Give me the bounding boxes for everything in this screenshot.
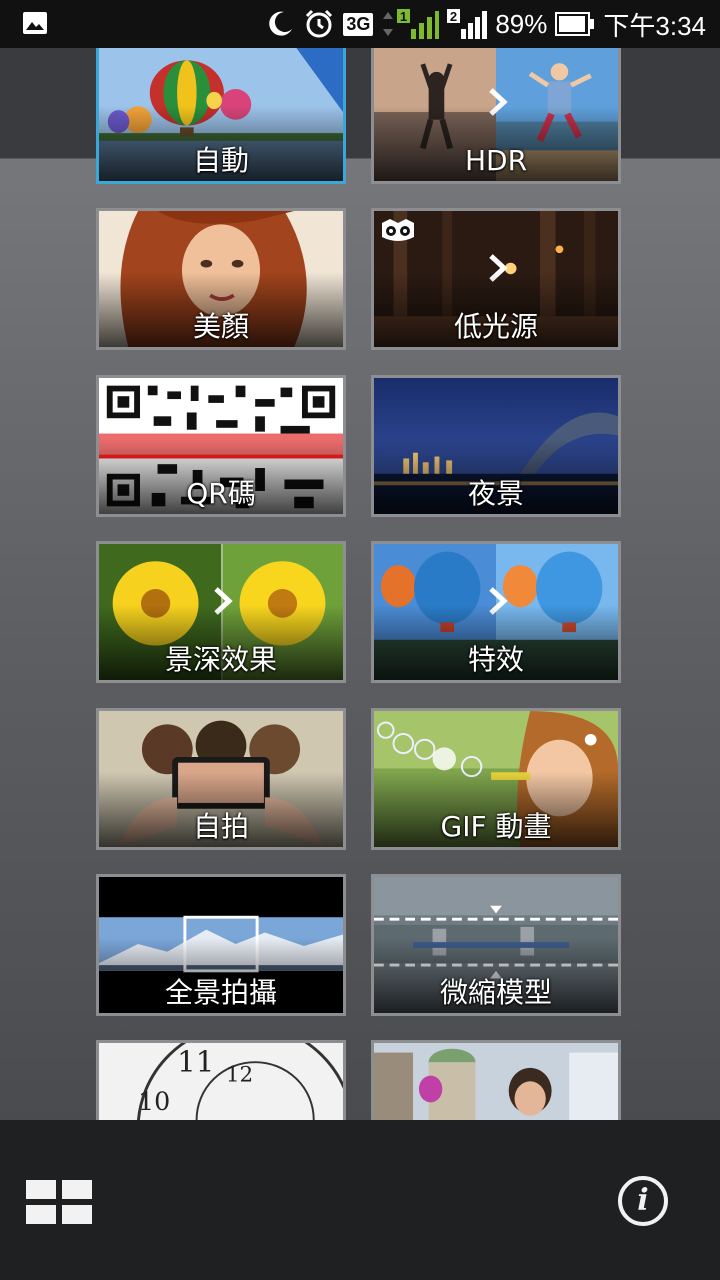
svg-text:11: 11 xyxy=(177,1045,214,1079)
sim2-number: 2 xyxy=(450,9,457,24)
mode-beautification[interactable]: 美顏 xyxy=(96,208,346,350)
mode-label: 自拍 xyxy=(192,810,249,843)
mode-selfie[interactable]: 自拍 xyxy=(96,708,346,850)
mode-effect[interactable]: 特效 xyxy=(371,541,621,683)
mode-label: 自動 xyxy=(192,144,249,177)
clock-image: 11 12 10 xyxy=(99,1043,343,1120)
mode-panorama[interactable]: 全景拍攝 xyxy=(96,874,346,1016)
mode-low-light[interactable]: 低光源 xyxy=(371,208,621,350)
signal-icon-sim2: 2 xyxy=(447,9,488,39)
mode-label: 美顏 xyxy=(192,310,249,343)
battery-percent: 89% xyxy=(495,8,548,39)
bottom-bar: i xyxy=(0,1120,720,1280)
mode-hdr[interactable]: HDR xyxy=(371,48,621,184)
status-bar: 3G 1 2 89% 下午3:34 xyxy=(0,0,720,48)
network-type: 3G xyxy=(343,12,374,36)
mode-label: 特效 xyxy=(467,643,524,676)
mode-label: 景深效果 xyxy=(164,643,277,676)
mode-label: 低光源 xyxy=(453,310,538,343)
grid-view-icon[interactable] xyxy=(26,1180,94,1226)
camera-mode-grid: 自動 HDR 美顏 低光源 QR碼 夜景 景深效果 特效 自拍 GIF 動畫 全… xyxy=(0,48,720,1120)
signal-icon: 1 xyxy=(383,9,440,39)
info-icon[interactable]: i xyxy=(618,1176,668,1226)
gallery-icon xyxy=(23,12,47,34)
moon-icon xyxy=(269,11,293,36)
mode-qr-code[interactable]: QR碼 xyxy=(96,375,346,517)
mode-label: 全景拍攝 xyxy=(164,976,277,1009)
mode-label: 微縮模型 xyxy=(439,976,552,1009)
battery-icon xyxy=(555,12,595,36)
clock: 下午3:34 xyxy=(603,10,706,41)
mode-label: GIF 動畫 xyxy=(440,810,552,843)
mode-miniature[interactable]: 微縮模型 xyxy=(371,874,621,1016)
mode-depth-of-field[interactable]: 景深效果 xyxy=(96,541,346,683)
mode-night[interactable]: 夜景 xyxy=(371,375,621,517)
owl-icon xyxy=(382,219,414,241)
svg-text:12: 12 xyxy=(226,1062,253,1087)
mode-gif-animation[interactable]: GIF 動畫 xyxy=(371,708,621,850)
svg-text:10: 10 xyxy=(138,1087,170,1116)
mode-smart-remove[interactable] xyxy=(371,1040,621,1120)
mode-label: HDR xyxy=(464,144,528,177)
mode-label: 夜景 xyxy=(467,477,524,510)
alarm-icon xyxy=(306,9,333,38)
mode-auto[interactable]: 自動 xyxy=(96,48,346,184)
sim1-number: 1 xyxy=(400,9,407,24)
mode-label: QR碼 xyxy=(186,477,256,510)
fountain-girl-image xyxy=(374,1043,618,1120)
mode-time-lapse[interactable]: 11 12 10 xyxy=(96,1040,346,1120)
